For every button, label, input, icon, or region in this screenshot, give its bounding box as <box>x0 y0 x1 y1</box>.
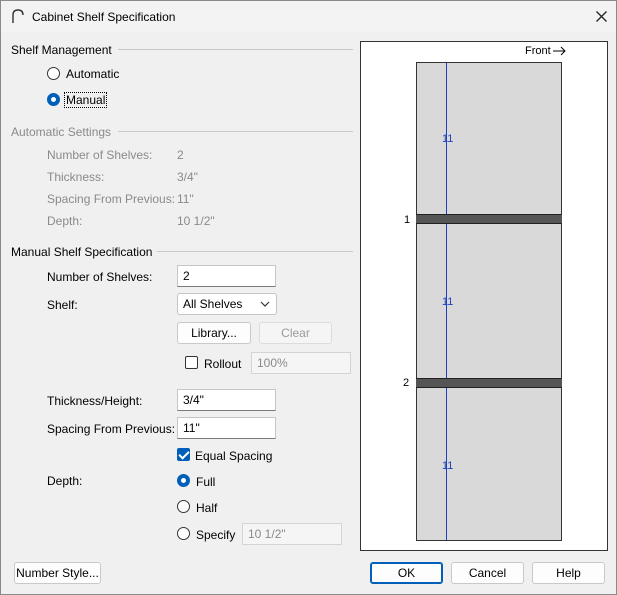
shelf-2 <box>416 378 562 388</box>
auto-thickness-value: 3/4" <box>177 170 198 184</box>
front-label: Front <box>525 45 551 57</box>
close-button[interactable] <box>589 5 613 27</box>
manual-spec-separator <box>157 251 353 252</box>
manual-num-shelves-label: Number of Shelves: <box>47 270 153 284</box>
manual-num-shelves-input[interactable]: 2 <box>177 265 276 287</box>
depth-half-radio[interactable] <box>177 500 190 513</box>
front-indicator: Front <box>525 45 567 57</box>
shelf-preview-panel: Front 11 11 11 1 2 <box>360 41 608 551</box>
rollout-checkbox[interactable] <box>185 356 198 369</box>
auto-depth-value: 10 1/2" <box>177 214 215 228</box>
manual-radio[interactable] <box>47 93 60 106</box>
auto-spacing-label: Spacing From Previous: <box>47 192 176 206</box>
close-icon <box>595 10 607 22</box>
depth-specify-radio[interactable] <box>177 527 190 540</box>
arrow-right-icon <box>552 46 566 56</box>
depth-specify-label[interactable]: Specify <box>196 528 235 542</box>
title-bar: Cabinet Shelf Specification <box>1 1 616 32</box>
ok-button[interactable]: OK <box>370 562 443 584</box>
shelf-select[interactable]: All Shelves <box>177 293 277 315</box>
auto-thickness-label: Thickness: <box>47 170 105 184</box>
equal-spacing-label[interactable]: Equal Spacing <box>195 449 272 463</box>
automatic-label[interactable]: Automatic <box>66 67 119 81</box>
automatic-settings-separator <box>118 131 353 132</box>
shelf-number-1: 1 <box>404 214 411 226</box>
shelf-1 <box>416 214 562 224</box>
dialog-window: Cabinet Shelf Specification Shelf Manage… <box>0 0 617 595</box>
cancel-button[interactable]: Cancel <box>451 562 524 584</box>
auto-num-shelves-label: Number of Shelves: <box>47 148 153 162</box>
shelf-management-title: Shelf Management <box>11 43 112 57</box>
rollout-label[interactable]: Rollout <box>204 357 241 371</box>
auto-depth-label: Depth: <box>47 214 83 228</box>
chevron-down-icon <box>260 301 270 307</box>
dimension-label-3: 11 <box>442 460 454 472</box>
dimension-label-2: 11 <box>442 296 454 308</box>
depth-full-radio[interactable] <box>177 474 190 487</box>
automatic-settings-title: Automatic Settings <box>11 125 112 139</box>
window-title: Cabinet Shelf Specification <box>32 10 176 24</box>
shelf-number-2: 2 <box>403 377 410 389</box>
auto-spacing-value: 11" <box>177 192 194 206</box>
spacing-label: Spacing From Previous: <box>47 422 176 436</box>
auto-num-shelves-value: 2 <box>177 148 184 162</box>
thickness-label: Thickness/Height: <box>47 394 143 408</box>
shelf-select-value: All Shelves <box>183 297 243 311</box>
cabinet-outline: 11 11 11 <box>416 62 562 541</box>
clear-button[interactable]: Clear <box>259 322 332 344</box>
thickness-input[interactable]: 3/4" <box>177 389 276 411</box>
number-style-button[interactable]: Number Style... <box>14 562 101 584</box>
shelf-label: Shelf: <box>47 298 78 312</box>
help-button[interactable]: Help <box>532 562 605 584</box>
shelf-management-separator <box>118 49 353 50</box>
manual-label[interactable]: Manual <box>64 92 108 108</box>
equal-spacing-checkbox[interactable] <box>177 448 190 461</box>
depth-specify-input[interactable]: 10 1/2" <box>242 523 342 545</box>
library-button[interactable]: Library... <box>177 322 251 344</box>
rollout-input[interactable]: 100% <box>251 352 351 374</box>
depth-full-label[interactable]: Full <box>196 475 215 489</box>
dimension-label-1: 11 <box>442 133 454 145</box>
spacing-input[interactable]: 11" <box>177 417 276 439</box>
cabinet-arch-icon <box>12 9 24 23</box>
depth-label: Depth: <box>47 474 83 488</box>
manual-spec-title: Manual Shelf Specification <box>11 245 153 259</box>
depth-half-label[interactable]: Half <box>196 501 217 515</box>
automatic-radio[interactable] <box>47 67 60 80</box>
